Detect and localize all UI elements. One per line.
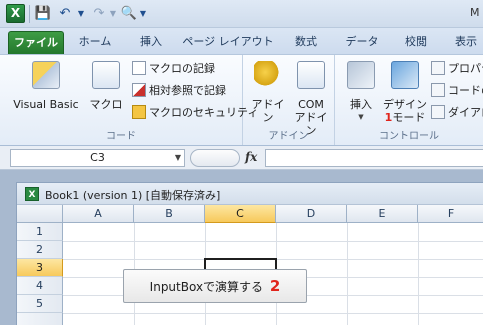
- select-all-corner[interactable]: [17, 205, 63, 223]
- tab-view[interactable]: 表示: [446, 31, 483, 54]
- row-header-6-partial[interactable]: [17, 313, 63, 325]
- formula-bar: C3 ▼ fx: [0, 146, 483, 170]
- insert-control-button[interactable]: 挿入 ▼: [341, 61, 381, 124]
- tab-insert[interactable]: 挿入: [128, 31, 174, 54]
- window-title-fragment: M: [470, 6, 480, 19]
- column-header-b[interactable]: B: [134, 205, 205, 223]
- view-code-icon: [431, 83, 445, 97]
- design-mode-label-line2: 1モード: [384, 111, 426, 124]
- com-addin-label-line1: COM: [298, 98, 324, 111]
- toolbox-icon: [347, 61, 375, 89]
- ribbon-tabs: ファイル ホーム 挿入 ページ レイアウト 数式 データ 校閲 表示: [0, 28, 483, 54]
- design-mode-button[interactable]: デザイン 1モード: [383, 61, 427, 124]
- formula-bar-expand-handle[interactable]: [190, 149, 240, 167]
- annotation-marker-2: 2: [269, 277, 281, 295]
- insert-function-icon[interactable]: fx: [245, 150, 257, 164]
- column-header-e[interactable]: E: [347, 205, 418, 223]
- workbook-title: Book1 (version 1) [自動保存済み]: [45, 189, 221, 202]
- gridline: [347, 223, 348, 325]
- com-addin-button[interactable]: COM アドイン: [291, 61, 331, 137]
- record-macro-icon: [132, 61, 146, 75]
- tab-file[interactable]: ファイル: [8, 31, 64, 54]
- relative-reference-button[interactable]: 相対参照で記録: [132, 82, 226, 100]
- group-code: Visual Basic マクロ マクロの記録 相対参照で記録 マクロのセキュリ…: [0, 55, 258, 145]
- workbook-titlebar[interactable]: X Book1 (version 1) [自動保存済み]: [17, 183, 483, 205]
- group-addins-label: アドイン: [268, 131, 309, 142]
- gear-icon: [254, 61, 282, 89]
- group-controls-label: コントロール: [379, 131, 439, 142]
- macro-label: マクロ: [89, 98, 123, 111]
- column-header-d[interactable]: D: [276, 205, 347, 223]
- gridline: [418, 223, 419, 325]
- tab-review[interactable]: 校閲: [396, 31, 436, 54]
- column-header-f[interactable]: F: [418, 205, 483, 223]
- record-macro-label: マクロの記録: [149, 62, 215, 75]
- macro-button[interactable]: マクロ: [86, 61, 126, 111]
- design-mode-icon: [391, 61, 419, 89]
- toolbar-separator: [29, 5, 30, 23]
- macro-security-label: マクロのセキュリティ: [149, 106, 259, 119]
- tab-home[interactable]: ホーム: [70, 31, 120, 54]
- gridline: [63, 241, 483, 242]
- name-box[interactable]: C3 ▼: [10, 149, 185, 167]
- workbook-excel-icon[interactable]: X: [25, 187, 39, 201]
- column-header-c[interactable]: C: [205, 205, 276, 223]
- row-header-5[interactable]: 5: [17, 295, 63, 313]
- macro-button-label: InputBoxで演算する: [149, 280, 264, 294]
- worksheet-grid[interactable]: A B C D E F 1 2 3 4 5: [17, 205, 483, 325]
- tab-page-layout[interactable]: ページ レイアウト: [180, 31, 276, 54]
- relative-reference-label: 相対参照で記録: [149, 84, 226, 97]
- insert-dropdown-icon: ▼: [358, 113, 364, 121]
- excel-app-icon[interactable]: X: [6, 4, 25, 23]
- name-box-value: C3: [90, 151, 105, 164]
- run-dialog-button[interactable]: ダイアロ: [431, 104, 483, 122]
- save-icon[interactable]: 💾: [34, 5, 52, 23]
- qat-customize-icon[interactable]: ▼: [134, 5, 152, 23]
- properties-button[interactable]: プロパテ: [431, 60, 483, 78]
- group-code-label: コード: [106, 131, 136, 142]
- run-dialog-label: ダイアロ: [448, 106, 483, 119]
- row-header-3[interactable]: 3: [17, 259, 63, 277]
- column-header-a[interactable]: A: [63, 205, 134, 223]
- properties-label: プロパテ: [448, 62, 483, 75]
- name-box-dropdown-icon[interactable]: ▼: [175, 150, 181, 166]
- ribbon-developer: Visual Basic マクロ マクロの記録 相対参照で記録 マクロのセキュリ…: [0, 54, 483, 146]
- macro-list-icon: [92, 61, 120, 89]
- row-header-1[interactable]: 1: [17, 223, 63, 241]
- view-code-button[interactable]: コードの: [431, 82, 483, 100]
- run-dialog-icon: [431, 105, 445, 119]
- visual-basic-button[interactable]: Visual Basic: [10, 61, 82, 111]
- row-header-2[interactable]: 2: [17, 241, 63, 259]
- inputbox-macro-button[interactable]: InputBoxで演算する 2: [123, 269, 307, 303]
- visual-basic-icon: [32, 61, 60, 89]
- visual-basic-label: Visual Basic: [13, 98, 79, 111]
- quick-access-toolbar: X 💾 ↶ ▼ ↷ ▼ 🔍 ▼ M: [0, 0, 483, 28]
- properties-icon: [431, 61, 445, 75]
- design-mode-label-line1: デザイン: [383, 98, 427, 111]
- workbook-area: X Book1 (version 1) [自動保存済み] A B C D E F…: [0, 170, 483, 325]
- group-addins: アドイン COM アドイン アドイン: [243, 55, 335, 145]
- relative-reference-icon: [132, 83, 146, 97]
- warning-icon: [132, 105, 146, 119]
- insert-control-label: 挿入: [350, 98, 372, 111]
- undo-dropdown-icon[interactable]: ▼: [72, 5, 90, 23]
- macro-security-button[interactable]: マクロのセキュリティ: [132, 104, 258, 122]
- com-addin-icon: [297, 61, 325, 89]
- gridline: [63, 313, 483, 314]
- view-code-label: コードの: [448, 84, 483, 97]
- addin-label: アドイン: [251, 98, 285, 124]
- addin-button[interactable]: アドイン: [249, 61, 287, 124]
- tab-formulas[interactable]: 数式: [286, 31, 326, 54]
- formula-input[interactable]: [265, 149, 483, 167]
- row-header-4[interactable]: 4: [17, 277, 63, 295]
- tab-data[interactable]: データ: [338, 31, 386, 54]
- record-macro-button[interactable]: マクロの記録: [132, 60, 215, 78]
- group-controls: 挿入 ▼ デザイン 1モード プロパテ コードの ダイアロ コントロール: [335, 55, 483, 145]
- workbook-window: X Book1 (version 1) [自動保存済み] A B C D E F…: [16, 182, 483, 325]
